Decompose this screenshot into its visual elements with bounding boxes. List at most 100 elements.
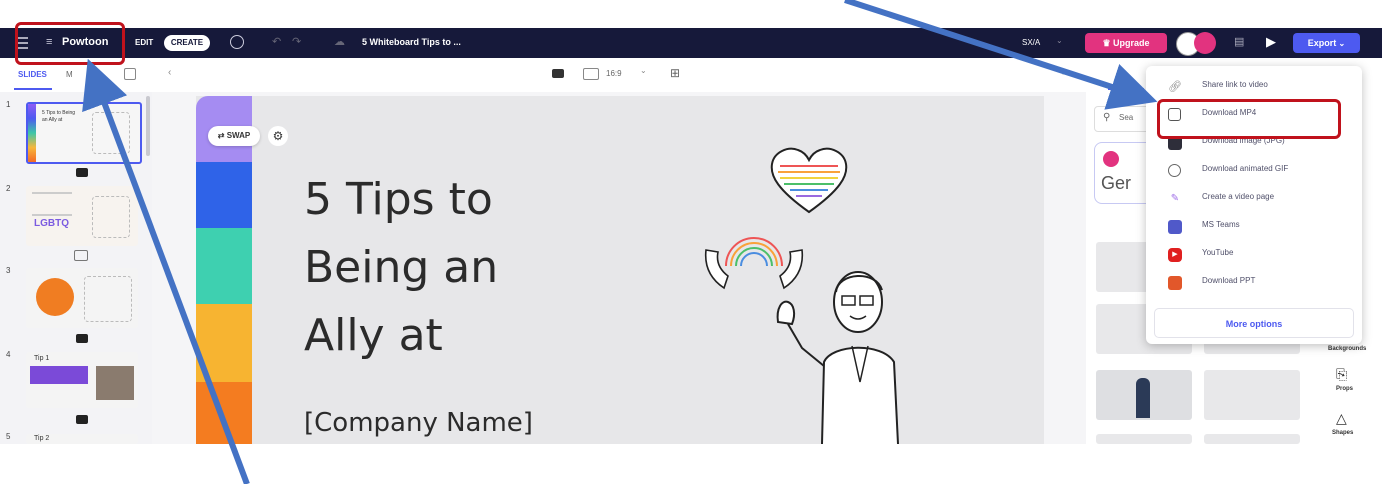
undo-icon[interactable]: ↶ <box>272 35 281 48</box>
slide-number: 2 <box>6 184 11 193</box>
ai-badge-icon <box>1103 151 1119 167</box>
export-button[interactable]: Export ⌄ <box>1293 33 1360 53</box>
right-panel-tab-underline <box>1108 88 1144 90</box>
generate-card-text: Ger <box>1101 173 1132 193</box>
slide-number: 3 <box>6 266 11 275</box>
link-icon: 🔗︎ <box>1168 81 1182 93</box>
redo-icon[interactable]: ↷ <box>292 35 301 48</box>
slide-title-line-2[interactable]: Being an <box>304 242 498 293</box>
upgrade-button[interactable]: ♛ Upgrade <box>1085 33 1167 53</box>
shapes-icon[interactable]: △ <box>1336 410 1347 427</box>
swap-button[interactable]: ⇄ SWAP <box>208 126 260 146</box>
template-card[interactable] <box>1204 370 1300 420</box>
menu-item-video-page[interactable]: ✎ Create a video page <box>1146 186 1362 212</box>
user-avatar-secondary[interactable] <box>1194 32 1216 54</box>
shapes-label[interactable]: Shapes <box>1332 430 1353 436</box>
color-stripe-blue <box>196 162 252 228</box>
template-person-image <box>1136 378 1150 418</box>
teams-icon <box>1168 220 1182 234</box>
gif-icon <box>1168 164 1181 177</box>
aspect-ratio-icon[interactable] <box>583 68 599 80</box>
chevron-down-icon: ⌄ <box>1338 39 1346 48</box>
slide-title-line-1[interactable]: 5 Tips to <box>304 174 493 225</box>
cloud-icon: ☁ <box>334 36 345 48</box>
slide-number: 4 <box>6 350 11 359</box>
menu-item-ms-teams[interactable]: MS Teams <box>1146 214 1362 240</box>
slide-thumbnail-banner <box>30 366 88 384</box>
props-icon[interactable]: ⎘ <box>1336 366 1347 383</box>
highlight-box-download-mp4 <box>1157 99 1341 139</box>
slide-thumbnail-lines <box>32 192 72 216</box>
slides-panel: 1 5 Tips to Being an Ally at 2 LGBTQ 3 4… <box>0 92 153 444</box>
swap-icon: ⇄ <box>217 131 227 140</box>
aspect-ratio-value[interactable]: 16:9 <box>606 69 622 78</box>
color-stripe-yellow <box>196 304 252 382</box>
slide-thumbnail-1[interactable]: 5 Tips to Being an Ally at <box>26 102 142 164</box>
slide-canvas[interactable]: ⇄ SWAP ⚙ 5 Tips to Being an Ally at [Com… <box>196 96 1044 444</box>
page-background <box>0 444 1382 484</box>
slide-thumbnail-art <box>92 112 130 154</box>
camera-icon[interactable] <box>552 69 564 78</box>
slide-thumbnail-2[interactable]: LGBTQ <box>26 186 138 246</box>
slide-thumbnail-art <box>92 196 130 238</box>
backgrounds-label[interactable]: Backgrounds <box>1328 346 1366 352</box>
slide-thumbnail-art <box>84 276 132 322</box>
page-icon: ✎ <box>1170 193 1180 204</box>
slide-thumbnail-4[interactable]: Tip 1 <box>26 352 138 408</box>
ppt-icon <box>1168 276 1182 290</box>
props-label[interactable]: Props <box>1336 386 1353 392</box>
slide-thumbnail-3[interactable] <box>26 268 138 328</box>
help-icon[interactable] <box>230 35 244 49</box>
chevron-down-icon[interactable]: ⌄ <box>640 66 647 75</box>
camera-icon <box>76 168 88 177</box>
template-card-with-person[interactable] <box>1096 370 1192 420</box>
edit-tab[interactable]: EDIT <box>135 38 153 47</box>
play-icon[interactable]: ▶ <box>1266 34 1276 50</box>
collapse-right-icon[interactable]: › <box>1062 67 1065 78</box>
rainbow-heart-illustration[interactable] <box>768 146 850 216</box>
youtube-icon: ▶ <box>1168 248 1182 262</box>
template-card[interactable] <box>1096 434 1192 444</box>
slide-thumbnail-title: Tip 1 <box>34 355 50 362</box>
slide-thumbnail-text: LGBTQ <box>34 218 69 229</box>
slide-thumbnail-photo <box>96 366 134 400</box>
tab-slides[interactable]: SLIDES <box>18 70 47 79</box>
settings-icon[interactable]: ⚙ <box>268 126 288 146</box>
waving-man-illustration[interactable] <box>772 262 922 444</box>
slide-number: 5 <box>6 432 11 441</box>
color-stripe-teal <box>196 228 252 304</box>
menu-item-share-link[interactable]: 🔗︎ Share link to video <box>1146 74 1362 100</box>
menu-item-youtube[interactable]: ▶ YouTube <box>1146 242 1362 268</box>
zoom-selector[interactable]: SX/A <box>1022 38 1040 47</box>
camera-icon <box>76 334 88 343</box>
search-icon: ⚲ <box>1103 112 1111 123</box>
tab-slides-underline <box>14 88 52 90</box>
collapse-left-icon[interactable]: ‹ <box>168 67 171 78</box>
create-tab[interactable]: CREATE <box>164 35 210 51</box>
crown-icon: ♛ <box>1102 38 1114 48</box>
slide-title-line-3[interactable]: Ally at <box>304 310 443 361</box>
more-options-button[interactable]: More options <box>1154 308 1354 338</box>
chevron-down-icon[interactable]: ⌄ <box>1056 36 1063 45</box>
tab-more[interactable]: M <box>66 70 73 79</box>
search-placeholder: Sea <box>1119 113 1134 122</box>
menu-item-download-gif[interactable]: Download animated GIF <box>1146 158 1362 184</box>
grid-icon[interactable]: ⊞ <box>670 66 680 80</box>
document-title[interactable]: 5 Whiteboard Tips to ... <box>362 37 461 47</box>
highlight-box-brand <box>15 22 125 65</box>
slide-subtitle[interactable]: [Company Name] <box>304 408 533 438</box>
camera-icon <box>76 415 88 424</box>
slide-transition-icon[interactable] <box>74 250 88 261</box>
slide-thumbnail-5[interactable]: Tip 2 <box>26 434 138 444</box>
top-bar: ≡ Powtoon EDIT CREATE ↶ ↷ ☁ 5 Whiteboard… <box>0 28 1382 58</box>
slide-number: 1 <box>6 100 11 109</box>
template-card[interactable] <box>1204 434 1300 444</box>
slide-thumbnail-title: Tip 2 <box>34 435 50 442</box>
slide-thumbnail-text: 5 Tips to Being an Ally at <box>42 110 76 123</box>
panel-toggle-icon[interactable] <box>124 68 136 80</box>
color-stripe-orange <box>196 382 252 444</box>
slide-thumbnail-circle <box>36 278 74 316</box>
comment-icon[interactable]: ▤ <box>1234 35 1244 48</box>
menu-item-download-ppt[interactable]: Download PPT <box>1146 270 1362 296</box>
slides-scrollbar[interactable] <box>146 96 150 156</box>
